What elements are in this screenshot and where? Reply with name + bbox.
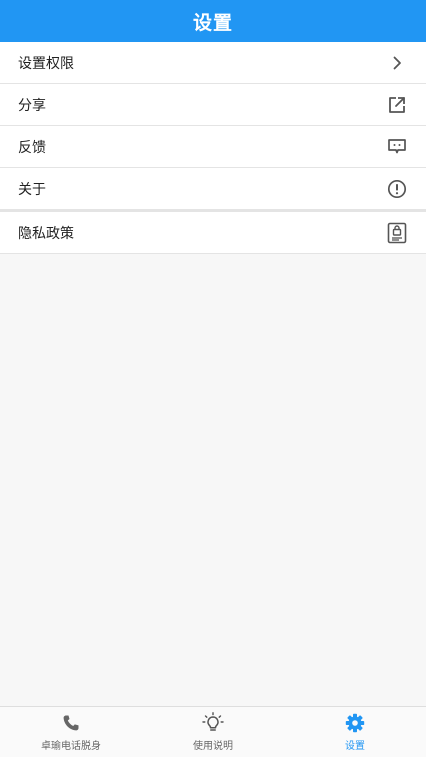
settings-item-label: 隐私政策 bbox=[18, 225, 74, 242]
settings-item-label: 设置权限 bbox=[18, 55, 74, 72]
tab-label: 使用说明 bbox=[193, 741, 233, 752]
lightbulb-icon bbox=[202, 712, 224, 734]
settings-item-label: 关于 bbox=[18, 181, 46, 198]
tab-label: 卓瑜电话脱身 bbox=[41, 741, 101, 752]
chevron-right-icon bbox=[386, 52, 408, 74]
info-icon bbox=[386, 178, 408, 200]
settings-list: 设置权限 分享 反馈 关于 隐私政策 bbox=[0, 42, 426, 254]
gear-icon bbox=[344, 712, 366, 734]
page-title: 设置 bbox=[192, 11, 233, 34]
feedback-icon bbox=[386, 136, 408, 158]
privacy-lock-icon bbox=[386, 222, 408, 244]
phone-icon bbox=[60, 712, 82, 734]
settings-item-label: 分享 bbox=[18, 97, 46, 114]
tab-label: 设置 bbox=[345, 741, 365, 752]
share-icon bbox=[386, 94, 408, 116]
settings-item-privacy[interactable]: 隐私政策 bbox=[0, 212, 426, 254]
bottom-tab-bar: 卓瑜电话脱身 使用说明 设置 bbox=[0, 706, 426, 757]
tab-escape-call[interactable]: 卓瑜电话脱身 bbox=[0, 707, 142, 757]
settings-item-about[interactable]: 关于 bbox=[0, 168, 426, 212]
tab-settings[interactable]: 设置 bbox=[284, 707, 426, 757]
settings-item-share[interactable]: 分享 bbox=[0, 84, 426, 126]
tab-instructions[interactable]: 使用说明 bbox=[142, 707, 284, 757]
page-header: 设置 bbox=[0, 0, 426, 42]
settings-item-label: 反馈 bbox=[18, 139, 46, 156]
settings-item-feedback[interactable]: 反馈 bbox=[0, 126, 426, 168]
settings-item-permissions[interactable]: 设置权限 bbox=[0, 42, 426, 84]
